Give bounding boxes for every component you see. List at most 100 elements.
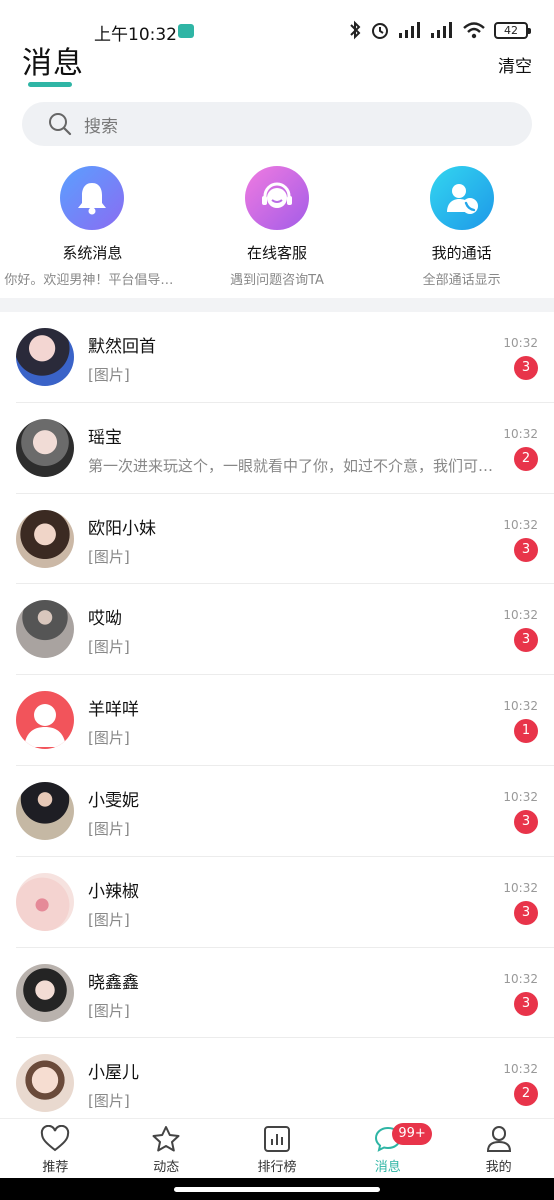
- tab-messages[interactable]: 消息 99+: [332, 1119, 443, 1178]
- tab-label: 消息: [374, 1160, 401, 1175]
- shortcut-system-messages[interactable]: 系统消息 你好。欢迎男神！平台倡导绿色交友: [0, 166, 185, 290]
- unread-badge: 3: [514, 809, 538, 834]
- avatar: [16, 328, 74, 386]
- chart-icon: [263, 1126, 290, 1152]
- unread-badge: 3: [514, 537, 538, 562]
- heart-icon: [41, 1125, 70, 1152]
- conversation-row[interactable]: 欧阳小妹 [图片] 10:32 3: [16, 494, 554, 585]
- headset-icon: [245, 166, 309, 230]
- tab-label: 推荐: [42, 1160, 69, 1175]
- message-time: 10:32: [503, 1062, 538, 1077]
- avatar: [16, 509, 74, 568]
- system-gesture-area: [0, 1178, 554, 1200]
- message-time: 10:32: [503, 426, 538, 441]
- section-divider: [0, 298, 554, 312]
- conversation-row[interactable]: 小辣椒 [图片] 10:32 3: [16, 857, 554, 948]
- status-time: 上午10:32: [94, 25, 177, 45]
- tab-moments[interactable]: 动态: [111, 1119, 222, 1178]
- search-placeholder: 搜索: [84, 116, 118, 137]
- conversation-row[interactable]: 默然回首 [图片] 10:32 3: [16, 312, 554, 403]
- avatar: [16, 781, 74, 840]
- tab-ranking[interactable]: 排行榜: [222, 1119, 333, 1178]
- tab-profile[interactable]: 我的: [443, 1119, 554, 1178]
- page-title: 消息: [22, 46, 84, 81]
- message-time: 10:32: [503, 608, 538, 623]
- shortcut-title: 系统消息: [62, 244, 123, 262]
- message-preview: [图片]: [88, 638, 130, 657]
- clear-button[interactable]: 清空: [498, 52, 532, 77]
- message-preview: [图片]: [88, 819, 130, 838]
- search-icon: [49, 113, 72, 136]
- contact-name: 欧阳小妹: [88, 518, 156, 539]
- shortcut-title: 我的通话: [431, 244, 492, 262]
- conversation-row[interactable]: 哎呦 [图片] 10:32 3: [16, 584, 554, 676]
- message-preview: 第一次进来玩这个，一眼就看中了你，如过不介意，我们可以聊聊: [88, 456, 502, 475]
- conversation-row[interactable]: 晓鑫鑫 [图片] 10:32 3: [16, 948, 554, 1039]
- bluetooth-icon: [350, 20, 361, 40]
- unread-badge: 3: [514, 900, 538, 925]
- avatar: [16, 1054, 74, 1113]
- message-preview: [图片]: [88, 1001, 130, 1020]
- bell-icon: [60, 166, 125, 230]
- conversation-list: 默然回首 [图片] 10:32 3 瑶宝 第一次进来玩这个，一眼就看中了你，如过…: [0, 312, 554, 1130]
- contact-name: 默然回首: [88, 337, 156, 357]
- message-time: 10:32: [503, 517, 538, 532]
- shortcut-customer-service[interactable]: 在线客服 遇到问题咨询TA: [185, 166, 370, 290]
- avatar-default: [16, 691, 74, 750]
- unread-badge: 3: [514, 628, 538, 653]
- shortcut-subtitle: 全部通话显示: [422, 273, 501, 288]
- unread-badge: 1: [514, 719, 538, 744]
- message-preview: [图片]: [88, 366, 130, 384]
- message-time: 10:32: [503, 336, 538, 350]
- shortcut-title: 在线客服: [247, 244, 308, 262]
- avatar: [16, 418, 74, 477]
- signal-2-icon: [431, 22, 452, 38]
- message-preview: [图片]: [88, 729, 130, 748]
- message-time: 10:32: [503, 699, 538, 714]
- message-time: 10:32: [503, 971, 538, 986]
- search-bar[interactable]: 搜索: [22, 102, 532, 146]
- app-notification-icon: [178, 24, 194, 38]
- bottom-tabbar: 推荐 动态 排行榜 消息 99+ 我的: [0, 1118, 554, 1178]
- avatar: [16, 872, 74, 931]
- person-icon: [486, 1126, 511, 1152]
- phone-contact-icon: [429, 166, 494, 230]
- unread-badge: 2: [514, 446, 538, 471]
- message-time: 10:32: [503, 880, 538, 895]
- messages-count-badge: 99+: [392, 1123, 432, 1145]
- conversation-row[interactable]: 小屋儿 [图片] 10:32 2: [16, 1038, 554, 1130]
- contact-name: 小辣椒: [88, 881, 139, 902]
- signal-icon: [399, 22, 420, 38]
- title-underline: [28, 82, 72, 87]
- star-icon: [152, 1126, 180, 1152]
- contact-name: 小雯妮: [88, 790, 139, 811]
- shortcut-row: 系统消息 你好。欢迎男神！平台倡导绿色交友 在线客服 遇到问题咨询TA 我的通话…: [0, 166, 554, 290]
- wifi-icon: [463, 22, 485, 39]
- tab-recommend[interactable]: 推荐: [0, 1119, 111, 1178]
- unread-badge: 3: [514, 991, 538, 1016]
- contact-name: 羊咩咩: [88, 700, 139, 721]
- avatar: [16, 963, 74, 1022]
- shortcut-subtitle: 你好。欢迎男神！平台倡导绿色交友: [4, 273, 180, 288]
- status-icons: 42: [348, 20, 531, 40]
- message-preview: [图片]: [88, 547, 130, 566]
- avatar: [16, 600, 74, 659]
- alarm-icon: [372, 23, 388, 39]
- shortcut-my-calls[interactable]: 我的通话 全部通话显示: [369, 166, 554, 290]
- conversation-row[interactable]: 瑶宝 第一次进来玩这个，一眼就看中了你，如过不介意，我们可以聊聊 10:32 2: [16, 403, 554, 494]
- message-preview: [图片]: [88, 910, 130, 929]
- person-placeholder-icon: [24, 704, 66, 748]
- battery-icon: 42: [494, 21, 531, 39]
- home-indicator[interactable]: [174, 1187, 380, 1192]
- tab-label: 我的: [485, 1160, 512, 1175]
- conversation-row[interactable]: 羊咩咩 [图片] 10:32 1: [16, 675, 554, 766]
- contact-name: 哎呦: [88, 609, 122, 630]
- contact-name: 瑶宝: [88, 427, 122, 448]
- unread-badge: 3: [514, 356, 538, 380]
- tab-label: 动态: [153, 1160, 180, 1175]
- contact-name: 小屋儿: [88, 1063, 139, 1084]
- message-preview: [图片]: [88, 1092, 130, 1111]
- conversation-row[interactable]: 小雯妮 [图片] 10:32 3: [16, 766, 554, 857]
- unread-badge: 2: [514, 1082, 538, 1107]
- contact-name: 晓鑫鑫: [88, 972, 139, 993]
